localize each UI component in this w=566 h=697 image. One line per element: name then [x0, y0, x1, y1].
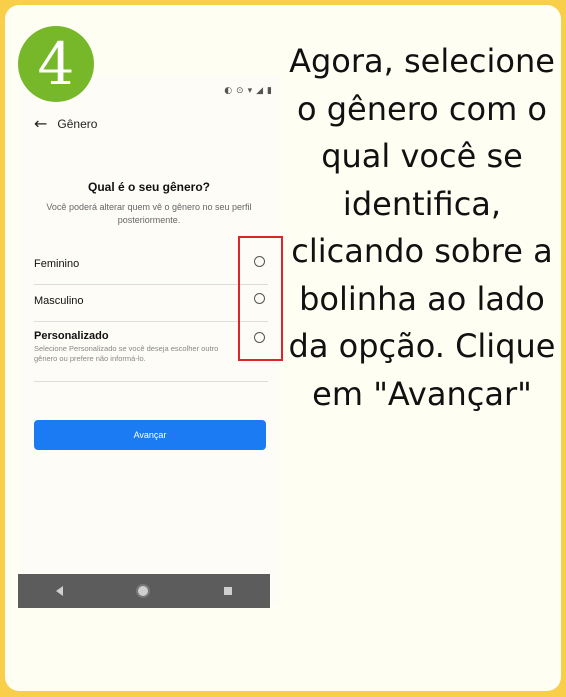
screen-title: Gênero: [57, 117, 98, 131]
android-nav-bar: [18, 574, 270, 608]
option-masculino[interactable]: Masculino: [34, 291, 268, 322]
data-icon: ⊙: [236, 86, 244, 96]
option-label: Masculino: [34, 295, 84, 307]
signal-icon: ▾: [247, 86, 253, 96]
wifi-icon: ◐: [224, 86, 233, 96]
question-subtitle: Você poderá alterar quem vê o gênero no …: [46, 202, 252, 225]
option-feminino[interactable]: Feminino: [34, 254, 268, 285]
radio-highlight-box: [238, 236, 283, 361]
nav-recent-apps-icon[interactable]: [224, 587, 233, 595]
nav-home-icon[interactable]: [138, 586, 149, 596]
option-label: Feminino: [34, 258, 80, 270]
step-number-badge: 4: [18, 26, 94, 102]
back-arrow-icon[interactable]: ←: [34, 116, 47, 132]
option-description: Selecione Personalizado se você deseja e…: [34, 344, 219, 363]
instruction-text: Agora, selecione o gênero com o qual voc…: [288, 42, 556, 413]
status-bar: ◐ ⊙ ▾ ◢ ▮: [224, 86, 272, 96]
question-heading: Qual é o seu gênero?: [87, 180, 211, 194]
option-label: Personalizado: [34, 330, 109, 342]
phone-screenshot: ◐ ⊙ ▾ ◢ ▮ ← Gênero Qual é o seu gênero? …: [18, 76, 283, 606]
next-button[interactable]: Avançar: [34, 420, 266, 450]
signal-bars-icon: ◢: [256, 86, 264, 96]
battery-icon: ▮: [267, 86, 272, 96]
app-header: ← Gênero: [34, 116, 97, 132]
option-personalizado[interactable]: Personalizado Selecione Personalizado se…: [34, 330, 268, 382]
nav-back-icon[interactable]: [55, 586, 63, 596]
